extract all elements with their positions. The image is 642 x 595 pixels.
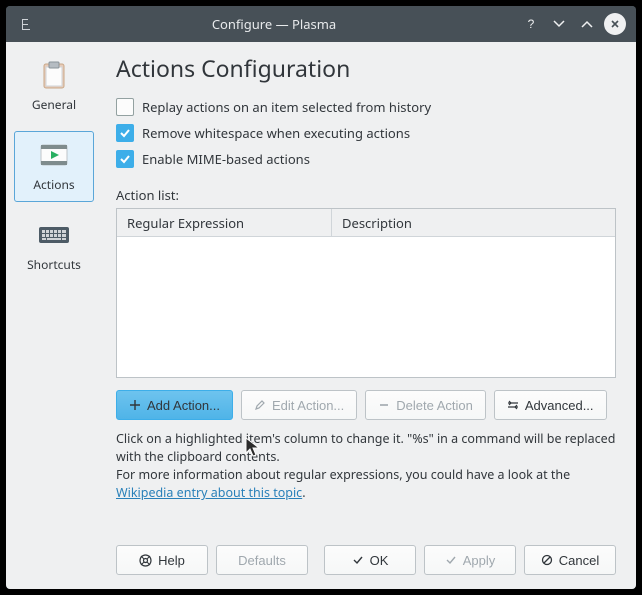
help-button-icon[interactable]: ? xyxy=(520,13,542,35)
checkbox-mime[interactable]: Enable MIME-based actions xyxy=(116,150,616,168)
plus-icon xyxy=(129,399,141,411)
info-line-2b: . xyxy=(302,484,305,501)
wikipedia-link[interactable]: Wikipedia entry about this topic xyxy=(116,484,302,501)
maximize-icon[interactable] xyxy=(576,13,598,35)
info-line-1: Click on a highlighted item's column to … xyxy=(116,430,615,465)
help-button[interactable]: Help xyxy=(116,545,208,575)
check-icon xyxy=(352,554,364,566)
checkbox-label: Replay actions on an item selected from … xyxy=(142,98,431,116)
column-header-desc[interactable]: Description xyxy=(332,209,615,236)
checkbox-icon[interactable] xyxy=(116,98,134,116)
action-buttons-row: Add Action... Edit Action... Delete Acti… xyxy=(116,390,616,420)
check-icon xyxy=(445,554,457,566)
sidebar: General Actions xyxy=(6,42,102,589)
minus-icon xyxy=(378,399,390,411)
sidebar-item-actions[interactable]: Actions xyxy=(14,131,94,202)
close-icon[interactable] xyxy=(604,13,626,35)
checkbox-replay[interactable]: Replay actions on an item selected from … xyxy=(116,98,616,116)
app-menu-icon[interactable] xyxy=(16,15,34,33)
checkbox-icon[interactable] xyxy=(116,150,134,168)
button-label: Advanced... xyxy=(525,398,594,413)
button-label: Help xyxy=(158,553,185,568)
content-area: General Actions xyxy=(6,42,636,589)
checkbox-icon[interactable] xyxy=(116,124,134,142)
table-body[interactable] xyxy=(117,237,615,377)
sidebar-item-label: Shortcuts xyxy=(27,256,81,273)
clipboard-icon xyxy=(14,58,94,92)
button-label: Cancel xyxy=(559,553,599,568)
cancel-icon xyxy=(541,554,553,566)
advanced-button[interactable]: Advanced... xyxy=(494,390,607,420)
info-line-2a: For more information about regular expre… xyxy=(116,466,570,483)
play-icon xyxy=(15,138,93,172)
column-header-regex[interactable]: Regular Expression xyxy=(117,209,332,236)
svg-text:?: ? xyxy=(528,17,535,31)
sliders-icon xyxy=(507,399,519,411)
button-label: Delete Action xyxy=(396,398,473,413)
pencil-icon xyxy=(254,399,266,411)
sidebar-item-general[interactable]: General xyxy=(14,52,94,121)
defaults-button[interactable]: Defaults xyxy=(216,545,308,575)
cancel-button[interactable]: Cancel xyxy=(524,545,616,575)
button-label: Apply xyxy=(463,553,496,568)
sidebar-item-shortcuts[interactable]: Shortcuts xyxy=(14,212,94,281)
table-header: Regular Expression Description xyxy=(117,209,615,237)
window-title: Configure — Plasma xyxy=(34,15,514,33)
delete-action-button[interactable]: Delete Action xyxy=(365,390,486,420)
ok-button[interactable]: OK xyxy=(324,545,416,575)
info-text: Click on a highlighted item's column to … xyxy=(116,430,616,503)
page-title: Actions Configuration xyxy=(116,52,616,84)
sidebar-item-label: General xyxy=(32,96,76,113)
apply-button[interactable]: Apply xyxy=(424,545,516,575)
main-panel: Actions Configuration Replay actions on … xyxy=(102,42,636,589)
add-action-button[interactable]: Add Action... xyxy=(116,390,233,420)
dialog-footer: Help Defaults OK Apply Cancel xyxy=(116,531,616,575)
button-label: Defaults xyxy=(238,553,286,568)
checkbox-label: Remove whitespace when executing actions xyxy=(142,124,410,142)
edit-action-button[interactable]: Edit Action... xyxy=(241,390,357,420)
minimize-icon[interactable] xyxy=(548,13,570,35)
button-label: OK xyxy=(370,553,389,568)
lifebuoy-icon xyxy=(139,554,152,567)
keyboard-icon xyxy=(14,218,94,252)
checkbox-label: Enable MIME-based actions xyxy=(142,150,310,168)
action-list-table[interactable]: Regular Expression Description xyxy=(116,208,616,378)
checkbox-whitespace[interactable]: Remove whitespace when executing actions xyxy=(116,124,616,142)
sidebar-item-label: Actions xyxy=(33,176,74,193)
window-frame: Configure — Plasma ? xyxy=(6,6,636,589)
button-label: Add Action... xyxy=(147,398,220,413)
button-label: Edit Action... xyxy=(272,398,344,413)
action-list-label: Action list: xyxy=(116,186,616,204)
titlebar[interactable]: Configure — Plasma ? xyxy=(6,6,636,42)
